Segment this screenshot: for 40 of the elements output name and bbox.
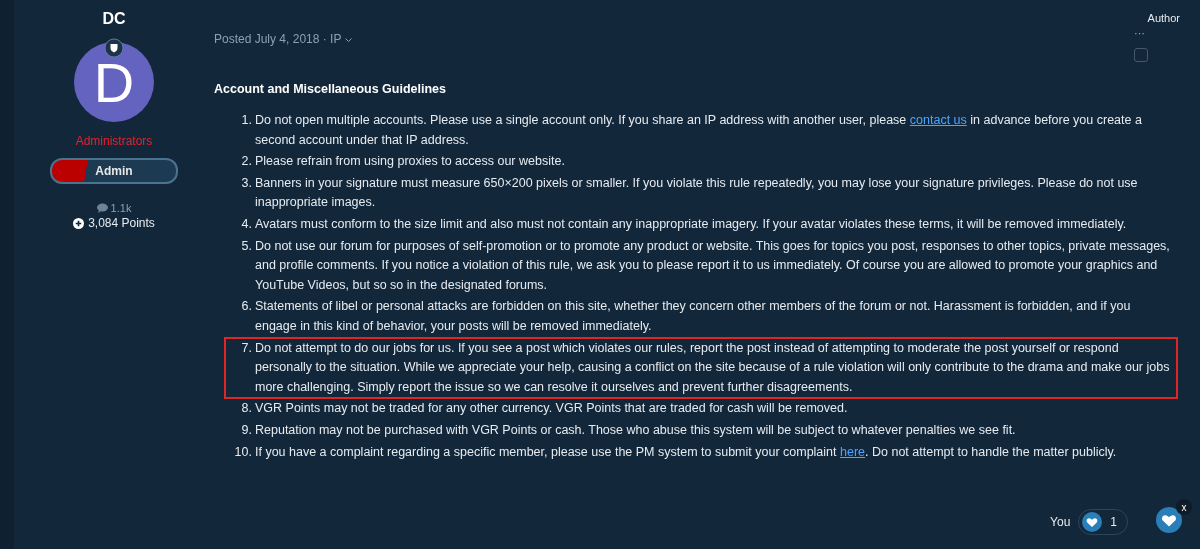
more-menu[interactable]: ··· [1134, 30, 1145, 36]
rule-number: 1. [240, 112, 253, 129]
rule-number: 7. [240, 339, 253, 357]
rule-number: 3. [240, 174, 253, 192]
rule-number: 9. [240, 421, 253, 439]
select-checkbox[interactable] [1134, 48, 1148, 62]
link[interactable]: here [840, 444, 866, 459]
rule-number: 2. [240, 153, 253, 171]
author-name[interactable]: DC [102, 10, 126, 28]
author-label: Author [1147, 12, 1180, 24]
rule-number: 10. [233, 443, 253, 461]
shield-icon [104, 38, 124, 58]
post-date[interactable]: Posted July 4, 2018 · IP [214, 32, 352, 62]
reaction-count: 1 [1110, 515, 1117, 529]
reaction-user: You [1050, 515, 1071, 529]
plus-icon [73, 217, 85, 229]
points-count: 3,084 Points [88, 216, 155, 230]
user-group: Administrators [75, 134, 153, 148]
rule-text: Avatars must conform to the size limit and also must not contain any inappropriate imagery. If your avatar violates these terms, it will be removed immediately. [255, 215, 1127, 233]
rule-number: 5. [240, 237, 253, 255]
close-button[interactable]: x [1176, 499, 1192, 515]
link[interactable]: contact us [909, 113, 967, 127]
rule-text: VGR Points may not be traded for any other currency. VGR Points that are traded for cash will be removed. [255, 400, 848, 418]
rule-number: 6. [240, 298, 253, 316]
post-heading: Account and Miscellaneous Guidelines [214, 82, 447, 96]
rule-text: Statements of libel or personal attacks are forbidden on this site, whether they concern other members of the forum or not. Harassment is forbidden, and if you engage in this kind of behavior, your posts will be removed immediately. [255, 298, 1132, 335]
rule-text: Banners in your signature must measure 650×200 pixels or smaller. If you violate this rule repeatedly, you may lose your signature privileges. Please do not use inappropriate images. [255, 174, 1139, 212]
chevron-down-icon [344, 38, 352, 43]
rule-text: Do not attempt to do our jobs for us. If you see a post which violates our rules, report the post instead of attempting to moderate the post yourself or respond personally to the situation. While we appreciate your help, causing a conflict on the site because of a rule violation will only contribute to the drama and make our jobs more challenging. Simply report the issue so we can resolve it ourselves and prevent further disagreements. [255, 339, 1170, 396]
rank-badge: Admin [50, 158, 178, 184]
post-count: 1.1k [110, 202, 132, 214]
speech-bubble-icon [96, 203, 108, 213]
rule-text: Reputation may not be purchased with VGR Points or cash. Those who abuse this system will be subject to whatever penalties we see fit. [255, 421, 1016, 439]
rule-text: Do not use our forum for purposes of self-promotion or to promote any product or website. This goes for topics you post, responses to other topics, private messages, and profile comments. If you notice a violation of this rule, we ask you to please report it to us immediately. Of course you are allowed to promote your graphics and YouTube Videos, but so so in the designated forums. [255, 237, 1170, 294]
rule-text: Please refrain from using proxies to access our website. [255, 153, 565, 171]
rule-text: Do not open multiple accounts. Please use a single account only. If you share an IP address with another user, please contact us in advance before you create a second account under that IP address. [255, 112, 1143, 149]
avatar[interactable]: D [74, 42, 154, 122]
rule-text: If you have a complaint regarding a specific member, please use the PM system to submit your complaint here. Do not attempt to handle the matter publicly. [255, 443, 1117, 461]
rule-number: 4. [240, 215, 253, 233]
rule-number: 8. [240, 400, 253, 418]
